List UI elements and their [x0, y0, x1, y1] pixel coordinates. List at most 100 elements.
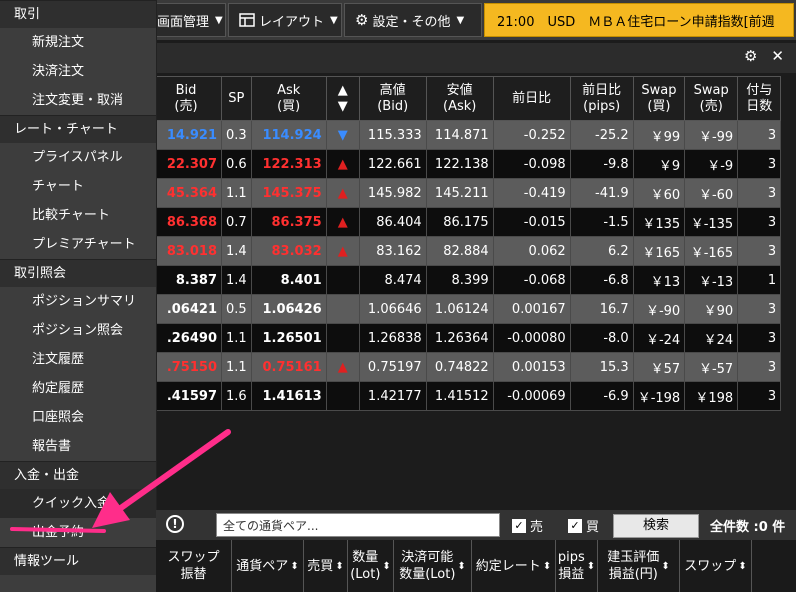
- col-ask[interactable]: Ask (買): [250, 76, 327, 121]
- position-col-header[interactable]: 通貨ペア ⬍: [232, 540, 304, 592]
- position-col-header[interactable]: pips 損益 ⬍: [556, 540, 598, 592]
- sidebar-item[interactable]: 出金予約: [0, 518, 156, 547]
- sidebar-item[interactable]: 約定履歴: [0, 374, 156, 403]
- rate-row[interactable]: .06421 0.5 1.06426 1.06646 1.06124 0.00167 16.…: [150, 294, 782, 324]
- rate-row[interactable]: 45.364 1.1 145.375 ▲ 145.982 145.211 -0.419 -41…: [150, 178, 782, 208]
- sidebar-section-header[interactable]: 取引: [0, 0, 156, 28]
- sidebar-item[interactable]: ポジション照会: [0, 316, 156, 345]
- cell-pips: -8.0: [569, 323, 634, 353]
- cell-change: -0.00080: [492, 323, 571, 353]
- col-sp[interactable]: SP: [221, 76, 252, 121]
- col-swap-buy[interactable]: Swap (買): [632, 76, 686, 121]
- up-arrow-icon: [325, 381, 360, 411]
- sidebar-item[interactable]: 比較チャート: [0, 201, 156, 230]
- cell-swap-sell: ￥-165: [684, 236, 739, 266]
- rate-row[interactable]: 86.368 0.7 86.375 ▲ 86.404 86.175 -0.015 -1.5 ￥1…: [150, 207, 782, 237]
- sidebar-section-header[interactable]: 取引照会: [0, 259, 156, 287]
- cell-ask[interactable]: 1.26501: [250, 323, 327, 353]
- sidebar-section-header[interactable]: レート・チャート: [0, 115, 156, 143]
- buy-checkbox[interactable]: ✓ 買: [568, 516, 599, 535]
- sidebar-item[interactable]: 注文変更・取消: [0, 86, 156, 115]
- cell-ask[interactable]: 0.75161: [250, 352, 327, 382]
- rate-row[interactable]: 83.018 1.4 83.032 ▲ 83.162 82.884 0.062 6.2 ￥165…: [150, 236, 782, 266]
- sidebar-item[interactable]: チャート: [0, 172, 156, 201]
- gear-icon[interactable]: ⚙: [744, 47, 757, 65]
- col-low[interactable]: 安値 (Ask): [425, 76, 494, 121]
- col-high[interactable]: 高値 (Bid): [358, 76, 427, 121]
- cell-bid[interactable]: 8.387: [150, 265, 222, 295]
- info-icon[interactable]: !: [166, 515, 184, 533]
- cell-ask[interactable]: 145.375: [250, 178, 327, 208]
- position-col-header[interactable]: 建玉評価 損益(円) ⬍: [598, 540, 680, 592]
- cell-bid[interactable]: .75150: [150, 352, 222, 382]
- cell-bid[interactable]: .41597: [150, 381, 222, 411]
- cell-change: -0.098: [492, 149, 571, 179]
- rate-row[interactable]: 14.921 0.3 114.924 ▼ 115.333 114.871 -0.252 -25…: [150, 120, 782, 150]
- col-change[interactable]: 前日比: [492, 76, 571, 121]
- cell-swap-sell: ￥24: [684, 323, 739, 353]
- sidebar-section-header[interactable]: 情報ツール: [0, 547, 156, 575]
- cell-high: 1.26838: [358, 323, 427, 353]
- position-col-header[interactable]: 数量 (Lot) ⬍: [348, 540, 394, 592]
- rate-row[interactable]: .26490 1.1 1.26501 1.26838 1.26364 -0.00080 -8…: [150, 323, 782, 353]
- close-icon[interactable]: ✕: [771, 47, 784, 65]
- sidebar-section-header[interactable]: 入金・出金: [0, 461, 156, 489]
- cell-sp: 0.6: [221, 149, 252, 179]
- cell-high: 0.75197: [358, 352, 427, 382]
- cell-sp: 0.5: [221, 294, 252, 324]
- rate-row[interactable]: .75150 1.1 0.75161 ▲ 0.75197 0.74822 0.00153 15…: [150, 352, 782, 382]
- layout-button[interactable]: レイアウト ▼: [228, 3, 342, 37]
- col-days[interactable]: 付与 日数: [737, 76, 782, 121]
- rate-row[interactable]: 22.307 0.6 122.313 ▲ 122.661 122.138 -0.098 -9.…: [150, 149, 782, 179]
- col-swap-sell[interactable]: Swap (売): [684, 76, 739, 121]
- cell-ask[interactable]: 86.375: [250, 207, 327, 237]
- cell-ask[interactable]: 114.924: [250, 120, 327, 150]
- sidebar-item[interactable]: 報告書: [0, 432, 156, 461]
- cell-pips: -6.9: [569, 381, 634, 411]
- search-button[interactable]: 検索: [613, 514, 699, 538]
- sidebar-item[interactable]: プライスパネル: [0, 143, 156, 172]
- settings-button[interactable]: ⚙ 設定・その他 ▼: [344, 3, 482, 37]
- rate-row[interactable]: 8.387 1.4 8.401 8.474 8.399 -0.068 -6.8 ￥13 ￥-13…: [150, 265, 782, 295]
- cell-bid[interactable]: 14.921: [150, 120, 222, 150]
- cell-bid[interactable]: 45.364: [150, 178, 222, 208]
- cell-ask[interactable]: 1.06426: [250, 294, 327, 324]
- currency-pair-input[interactable]: 全ての通貨ペア...: [216, 513, 500, 537]
- cell-bid[interactable]: .06421: [150, 294, 222, 324]
- sidebar-item[interactable]: クイック入金: [0, 489, 156, 518]
- chevron-down-icon: ▼: [215, 14, 223, 26]
- sell-checkbox[interactable]: ✓ 売: [512, 516, 543, 535]
- sidebar-item[interactable]: 注文履歴: [0, 345, 156, 374]
- col-updown[interactable]: ▲ ▼: [325, 76, 360, 121]
- position-col-header[interactable]: 約定レート ⬍: [472, 540, 556, 592]
- sidebar-item[interactable]: 新規注文: [0, 28, 156, 57]
- news-ticker[interactable]: 21:00 USD ＭＢＡ住宅ローン申請指数[前週: [484, 3, 794, 37]
- sidebar-item[interactable]: ポジションサマリ: [0, 287, 156, 316]
- position-col-header[interactable]: スワップ ⬍: [680, 540, 752, 592]
- position-col-header[interactable]: 売買 ⬍: [304, 540, 348, 592]
- gear-icon: ⚙: [355, 11, 369, 29]
- col-change-pips[interactable]: 前日比 (pips): [569, 76, 634, 121]
- cell-bid[interactable]: 83.018: [150, 236, 222, 266]
- sidebar-item[interactable]: プレミアチャート: [0, 230, 156, 259]
- cell-pips: -25.2: [569, 120, 634, 150]
- cell-bid[interactable]: .26490: [150, 323, 222, 353]
- cell-ask[interactable]: 83.032: [250, 236, 327, 266]
- cell-ask[interactable]: 1.41613: [250, 381, 327, 411]
- cell-bid[interactable]: 86.368: [150, 207, 222, 237]
- rate-row[interactable]: .41597 1.6 1.41613 1.42177 1.41512 -0.00069 -6…: [150, 381, 782, 411]
- sort-icon: ⬍: [382, 560, 391, 572]
- position-col-header[interactable]: 決済可能 数量(Lot) ⬍: [394, 540, 472, 592]
- cell-sp: 1.1: [221, 323, 252, 353]
- cell-sp: 1.4: [221, 236, 252, 266]
- cell-ask[interactable]: 122.313: [250, 149, 327, 179]
- cell-pips: -1.5: [569, 207, 634, 237]
- col-bid[interactable]: Bid (売): [150, 76, 222, 121]
- cell-ask[interactable]: 8.401: [250, 265, 327, 295]
- cell-days: 3: [737, 120, 782, 150]
- cell-bid[interactable]: 22.307: [150, 149, 222, 179]
- sidebar-item[interactable]: 決済注文: [0, 57, 156, 86]
- position-col-header[interactable]: スワップ 振替: [156, 540, 232, 592]
- sidebar-item[interactable]: 口座照会: [0, 403, 156, 432]
- cell-swap-sell: ￥-57: [684, 352, 739, 382]
